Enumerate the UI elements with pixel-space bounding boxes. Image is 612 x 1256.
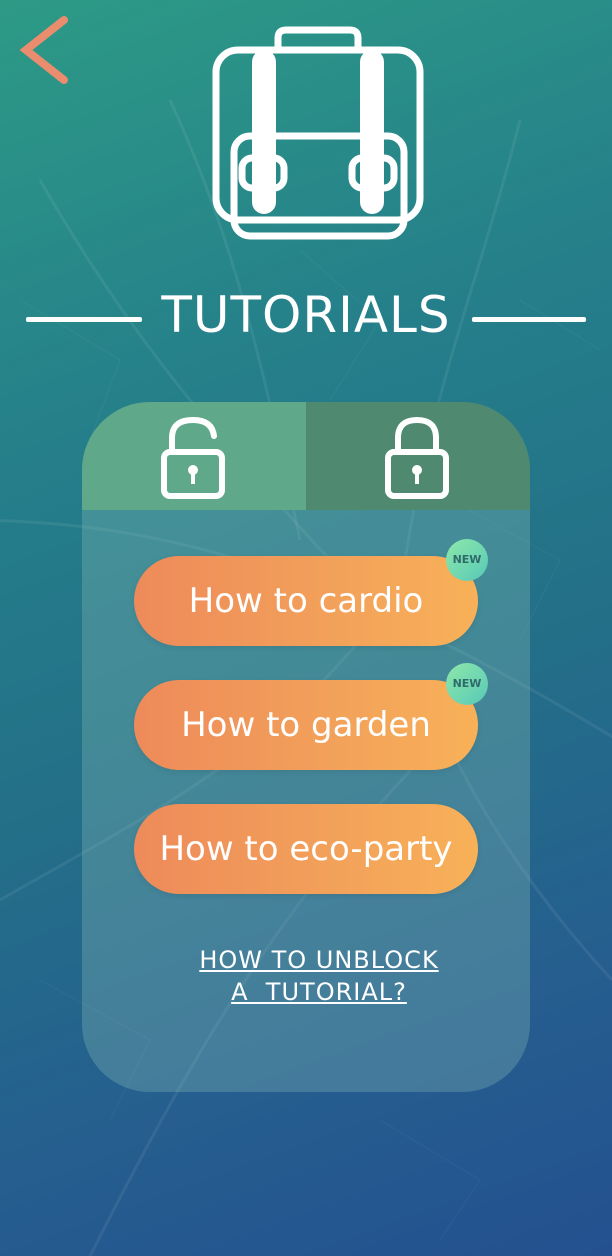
tutorial-button-garden[interactable]: How to garden — [134, 680, 478, 770]
new-badge: NEW — [446, 663, 488, 705]
unblock-link-line-1: HOW TO UNBLOCK — [199, 946, 439, 974]
tab-unlocked[interactable] — [82, 402, 306, 510]
back-button[interactable] — [16, 14, 76, 86]
unblock-link-line-2: A TUTORIAL? — [231, 978, 407, 1006]
tutorial-button-cardio[interactable]: How to cardio — [134, 556, 478, 646]
tutorials-card: How to cardio NEW How to garden NEW How … — [82, 402, 530, 1092]
title-divider-left — [26, 317, 142, 322]
new-badge: NEW — [446, 539, 488, 581]
page-title: TUTORIALS — [161, 286, 451, 344]
tab-locked[interactable] — [306, 402, 530, 510]
chevron-left-icon — [19, 16, 68, 84]
locked-padlock-icon — [385, 416, 449, 499]
title-divider-right — [472, 317, 586, 322]
title-row: TUTORIALS — [0, 282, 612, 348]
unlocked-padlock-icon — [161, 416, 225, 499]
tutorial-button-eco-party[interactable]: How to eco-party — [134, 804, 478, 894]
how-to-unblock-link[interactable]: HOW TO UNBLOCK A TUTORIAL? — [156, 944, 482, 1008]
backpack-icon — [206, 24, 430, 246]
